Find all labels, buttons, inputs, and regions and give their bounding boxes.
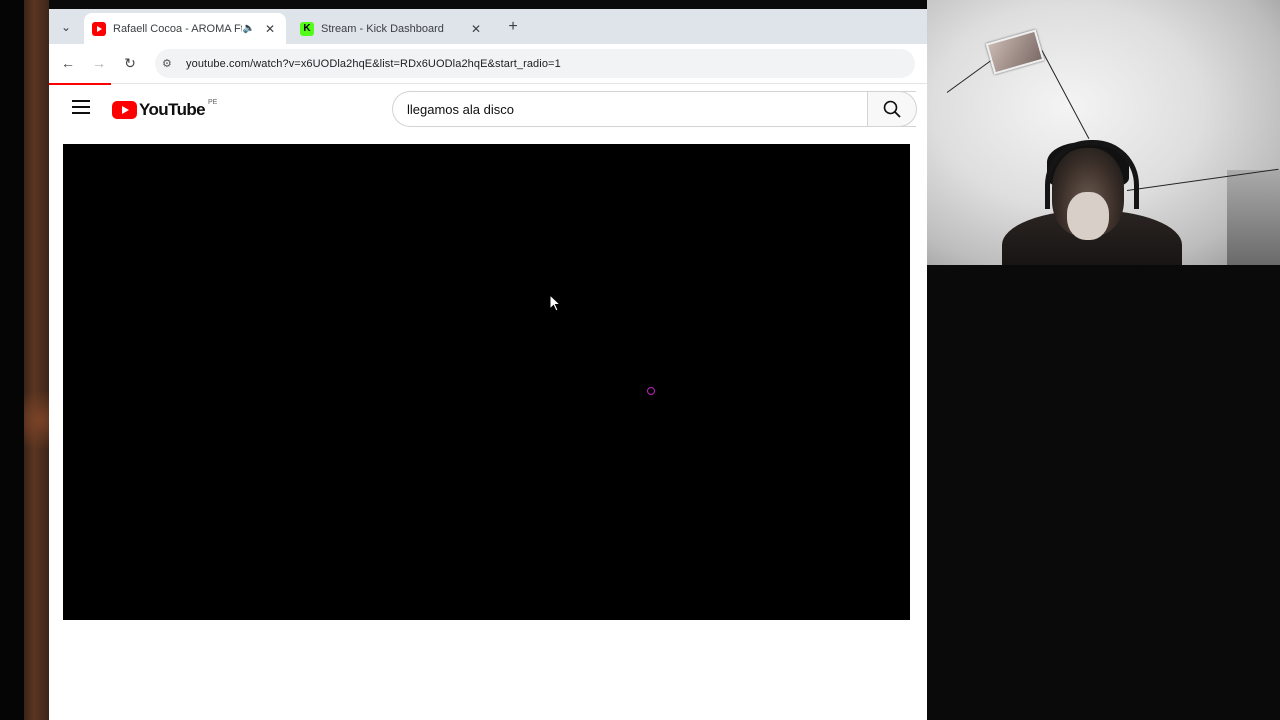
search-input[interactable]: llegamos ala disco [407,102,886,117]
search-icon [883,100,901,118]
back-button[interactable]: ← [58,53,78,73]
guide-menu-button[interactable] [72,100,90,118]
video-player[interactable] [63,144,910,620]
arrow-left-icon: ← [61,55,75,71]
search-button[interactable] [867,91,917,127]
new-tab-button[interactable]: + [503,17,523,37]
tab-strip: ⌄ Rafaell Cocoa - AROMA Ft. 🔈 ✕ K Stream… [49,9,927,44]
close-tab-icon[interactable]: ✕ [262,22,278,36]
youtube-wordmark: YouTube [139,100,206,119]
address-bar[interactable]: ⚙ youtube.com/watch?v=x6UODla2hqE&list=R… [155,49,915,78]
page-load-progress [49,83,111,85]
tab-search-button[interactable]: ⌄ [56,17,76,37]
tab-youtube[interactable]: Rafaell Cocoa - AROMA Ft. 🔈 ✕ [84,13,286,44]
search-box[interactable]: llegamos ala disco [392,91,916,127]
tab-title: Stream - Kick Dashboard [321,22,444,35]
plus-icon: + [508,18,518,35]
close-tab-icon[interactable]: ✕ [468,22,484,36]
chevron-down-icon: ⌄ [60,20,72,34]
browser-window: ⌄ Rafaell Cocoa - AROMA Ft. 🔈 ✕ K Stream… [49,9,927,720]
forward-button[interactable]: → [89,53,109,73]
country-code: PE [208,98,218,106]
reload-icon: ↻ [124,55,136,71]
tab-kick-dashboard[interactable]: K Stream - Kick Dashboard ✕ [292,13,492,44]
youtube-play-icon [112,101,137,119]
reload-button[interactable]: ↻ [120,53,140,73]
wall-photo [985,29,1045,75]
youtube-favicon-icon [92,21,106,36]
mouse-cursor-icon [549,294,561,312]
youtube-logo[interactable]: YouTube PE [112,98,218,120]
url-text: youtube.com/watch?v=x6UODla2hqE&list=RDx… [186,57,561,70]
webcam-overlay [927,0,1280,265]
arrow-right-icon: → [92,55,106,71]
site-settings-icon[interactable]: ⚙ [162,57,176,70]
kick-favicon-icon: K [300,21,314,36]
desktop-background-strip [0,0,49,720]
speaker-icon[interactable]: 🔈 [242,23,256,34]
loading-spinner-icon [647,387,655,395]
tab-title: Rafaell Cocoa - AROMA Ft. [113,22,242,35]
browser-toolbar: ← → ↻ ⚙ youtube.com/watch?v=x6UODla2hqE&… [49,44,927,84]
